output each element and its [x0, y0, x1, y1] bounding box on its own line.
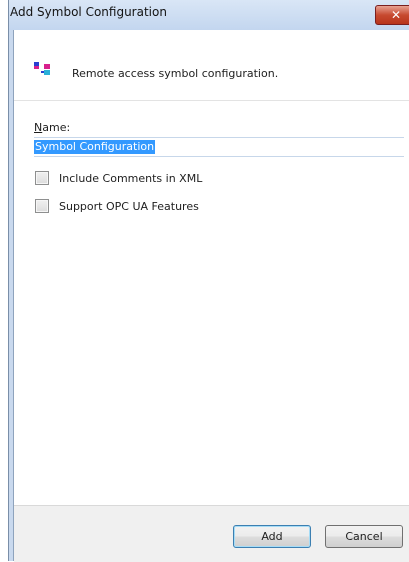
cancel-button[interactable]: Cancel: [325, 525, 403, 548]
support-opcua-label[interactable]: Support OPC UA Features: [59, 200, 199, 213]
name-input-value: Symbol Configuration: [34, 140, 156, 154]
dialog-window: Add Symbol Configuration ✕ Remote access…: [8, 0, 409, 562]
close-icon: ✕: [390, 8, 402, 22]
dialog-header: Remote access symbol configuration.: [14, 30, 409, 101]
title-bar[interactable]: Add Symbol Configuration ✕: [9, 0, 409, 30]
symbol-configuration-icon: [34, 62, 50, 75]
dialog-content: Remote access symbol configuration. Name…: [13, 30, 409, 562]
include-comments-checkbox[interactable]: [35, 171, 49, 185]
dialog-footer: Add Cancel: [14, 505, 409, 562]
include-comments-label[interactable]: Include Comments in XML: [59, 172, 202, 185]
window-title: Add Symbol Configuration: [10, 5, 167, 19]
add-button[interactable]: Add: [233, 525, 311, 548]
support-opcua-checkbox[interactable]: [35, 199, 49, 213]
name-label: Name:: [34, 121, 71, 134]
name-input[interactable]: Symbol Configuration: [34, 137, 404, 157]
include-comments-row[interactable]: Include Comments in XML: [35, 170, 202, 186]
header-description: Remote access symbol configuration.: [72, 67, 279, 80]
support-opcua-row[interactable]: Support OPC UA Features: [35, 198, 199, 214]
close-button[interactable]: ✕: [375, 5, 409, 25]
